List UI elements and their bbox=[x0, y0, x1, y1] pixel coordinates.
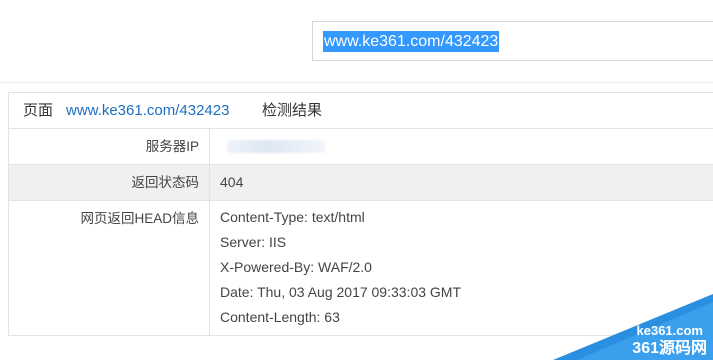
header-line: X-Powered-By: WAF/2.0 bbox=[220, 259, 372, 275]
row-divider bbox=[209, 165, 210, 200]
top-search-area: www.ke361.com/432423 bbox=[0, 0, 713, 83]
row-divider bbox=[209, 201, 210, 336]
row-server-ip: 服务器IP bbox=[9, 129, 713, 165]
result-title-prefix: 页面 bbox=[23, 102, 54, 119]
url-input[interactable]: www.ke361.com/432423 bbox=[312, 21, 713, 61]
result-title-url-link[interactable]: www.ke361.com/432423 bbox=[66, 93, 229, 128]
watermark-brand: 361源码网 bbox=[632, 340, 707, 357]
server-ip-redacted bbox=[227, 140, 325, 153]
row-label: 服务器IP bbox=[145, 139, 199, 154]
row-divider bbox=[209, 129, 210, 164]
row-label: 返回状态码 bbox=[131, 175, 200, 190]
header-line: Content-Length: 63 bbox=[220, 309, 340, 325]
result-title-suffix: 检测结果 bbox=[262, 102, 323, 119]
header-line: Date: Thu, 03 Aug 2017 09:33:03 GMT bbox=[220, 284, 462, 300]
row-status-code: 返回状态码 404 bbox=[9, 165, 713, 201]
status-code-value: 404 bbox=[220, 174, 244, 190]
header-line: Content-Type: text/html bbox=[220, 209, 365, 225]
row-label: 网页返回HEAD信息 bbox=[80, 211, 199, 226]
url-input-value[interactable]: www.ke361.com/432423 bbox=[323, 31, 500, 52]
header-line: Server: IIS bbox=[220, 234, 287, 250]
result-title: 页面 www.ke361.com/432423 检测结果 bbox=[9, 93, 713, 129]
head-info-list: Content-Type: text/html Server: IIS X-Po… bbox=[220, 205, 461, 330]
watermark: ke361.com 361源码网 bbox=[553, 294, 713, 360]
